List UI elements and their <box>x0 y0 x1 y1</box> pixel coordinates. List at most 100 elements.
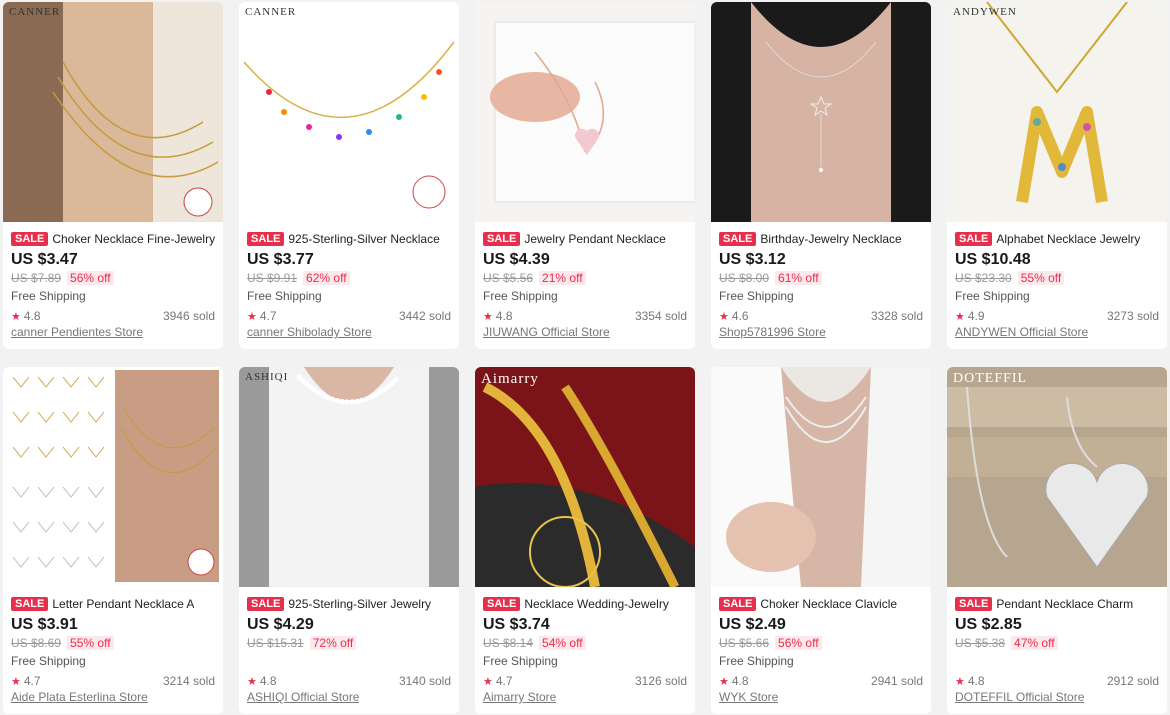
product-title[interactable]: Choker Necklace Clavicle <box>760 597 897 611</box>
product-card[interactable]: SALE Choker Necklace Clavicle US $2.49 US… <box>711 367 931 714</box>
product-card[interactable]: SALE Letter Pendant Necklace A US $3.91 U… <box>3 367 223 714</box>
discount-label: 55% off <box>1017 271 1065 285</box>
sale-badge: SALE <box>719 597 757 611</box>
rating: ★ 4.8 <box>11 309 41 323</box>
rating: ★ 4.8 <box>483 309 513 323</box>
original-price: US $8.69 <box>11 636 62 650</box>
sold-count: 2941 sold <box>870 674 923 688</box>
star-icon: ★ <box>955 676 965 688</box>
sale-badge: SALE <box>955 597 993 611</box>
product-price: US $3.91 <box>11 616 78 633</box>
star-icon: ★ <box>247 311 257 323</box>
product-title[interactable]: 925-Sterling-Silver Jewelry <box>288 597 431 611</box>
product-card[interactable]: DOTEFFIL SALE Pendant Necklace Charm US $… <box>947 367 1167 714</box>
product-price: US $10.48 <box>955 251 1031 268</box>
shipping-label: Free Shipping <box>247 289 322 303</box>
shipping-label: Free Shipping <box>483 289 558 303</box>
product-price: US $4.29 <box>247 616 314 633</box>
store-link[interactable]: Aide Plata Esterlina Store <box>11 690 148 704</box>
product-title[interactable]: Birthday-Jewelry Necklace <box>760 232 901 246</box>
store-link[interactable]: Shop5781996 Store <box>719 325 826 339</box>
star-icon: ★ <box>955 311 965 323</box>
shipping-label: Free Shipping <box>483 654 558 668</box>
product-title[interactable]: Choker Necklace Fine-Jewelry <box>52 232 215 246</box>
discount-label: 55% off <box>67 636 114 650</box>
shipping-label: Free Shipping <box>719 289 794 303</box>
product-price: US $3.12 <box>719 251 786 268</box>
original-price: US $15.31 <box>247 636 304 650</box>
product-price: US $3.74 <box>483 616 550 633</box>
product-title[interactable]: 925-Sterling-Silver Necklace <box>288 232 439 246</box>
shipping-label: Free Shipping <box>11 654 86 668</box>
sold-count: 3354 sold <box>634 309 687 323</box>
product-title[interactable]: Pendant Necklace Charm <box>996 597 1133 611</box>
star-icon: ★ <box>719 676 729 688</box>
rating-value: 4.9 <box>967 309 985 323</box>
product-image[interactable]: CANNER <box>3 2 223 222</box>
sold-count: 3140 sold <box>398 674 451 688</box>
store-link[interactable]: canner Shibolady Store <box>247 325 372 339</box>
brand-logo: Aimarry <box>481 371 539 387</box>
product-image[interactable] <box>711 2 931 222</box>
product-price: US $2.49 <box>719 616 786 633</box>
product-card[interactable]: SALE Jewelry Pendant Necklace US $4.39 US… <box>475 2 695 349</box>
product-price: US $3.47 <box>11 251 78 268</box>
store-link[interactable]: ANDYWEN Official Store <box>955 325 1088 339</box>
product-image[interactable] <box>3 367 223 587</box>
product-image[interactable]: ASHIQI <box>239 367 459 587</box>
rating-value: 4.6 <box>731 309 749 323</box>
discount-label: 62% off <box>303 271 350 285</box>
product-title[interactable]: Jewelry Pendant Necklace <box>524 232 665 246</box>
brand-logo: ASHIQI <box>245 371 289 383</box>
product-title[interactable]: Necklace Wedding-Jewelry <box>524 597 669 611</box>
brand-logo: CANNER <box>9 6 61 18</box>
rating-value: 4.8 <box>495 309 513 323</box>
product-image[interactable]: Aimarry <box>475 367 695 587</box>
product-price: US $3.77 <box>247 251 314 268</box>
original-price: US $5.56 <box>483 271 534 285</box>
product-title[interactable]: Alphabet Necklace Jewelry <box>996 232 1140 246</box>
shipping-label: Free Shipping <box>719 654 794 668</box>
rating-value: 4.8 <box>731 674 749 688</box>
brand-logo: DOTEFFIL <box>953 371 1028 386</box>
original-price: US $5.66 <box>719 636 770 650</box>
rating-value: 4.8 <box>967 674 985 688</box>
product-card[interactable]: CANNER SALE 925-Sterling-Silver Necklace … <box>239 2 459 349</box>
store-link[interactable]: Aimarry Store <box>483 690 556 704</box>
store-link[interactable]: DOTEFFIL Official Store <box>955 690 1084 704</box>
store-link[interactable]: canner Pendientes Store <box>11 325 143 339</box>
original-price: US $8.00 <box>719 271 770 285</box>
store-link[interactable]: ASHIQI Official Store <box>247 690 359 704</box>
product-image[interactable] <box>711 367 931 587</box>
product-card[interactable]: Aimarry SALE Necklace Wedding-Jewelry US … <box>475 367 695 714</box>
product-grid: CANNER SALE Choker Necklace Fine-Jewelry … <box>0 0 1170 715</box>
star-icon: ★ <box>247 676 257 688</box>
product-card[interactable]: ASHIQI SALE 925-Sterling-Silver Jewelry U… <box>239 367 459 714</box>
star-icon: ★ <box>11 311 21 323</box>
shipping-label: Free Shipping <box>955 289 1030 303</box>
brand-logo: ANDYWEN <box>953 6 1017 18</box>
product-title[interactable]: Letter Pendant Necklace A <box>52 597 194 611</box>
sold-count: 3328 sold <box>870 309 923 323</box>
sale-badge: SALE <box>719 232 757 246</box>
original-price: US $7.89 <box>11 271 62 285</box>
product-image[interactable] <box>475 2 695 222</box>
discount-label: 61% off <box>775 271 822 285</box>
rating-value: 4.7 <box>259 309 277 323</box>
rating: ★ 4.7 <box>483 674 513 688</box>
sale-badge: SALE <box>11 597 49 611</box>
discount-label: 47% off <box>1011 636 1058 650</box>
store-link[interactable]: WYK Store <box>719 690 778 704</box>
brand-logo: CANNER <box>245 6 297 18</box>
product-image[interactable]: ANDYWEN <box>947 2 1167 222</box>
discount-label: 54% off <box>539 636 586 650</box>
product-card[interactable]: SALE Birthday-Jewelry Necklace US $3.12 U… <box>711 2 931 349</box>
product-image[interactable]: CANNER <box>239 2 459 222</box>
store-link[interactable]: JIUWANG Official Store <box>483 325 610 339</box>
product-card[interactable]: CANNER SALE Choker Necklace Fine-Jewelry … <box>3 2 223 349</box>
star-icon: ★ <box>483 676 493 688</box>
product-image[interactable]: DOTEFFIL <box>947 367 1167 587</box>
product-card[interactable]: ANDYWEN SALE Alphabet Necklace Jewelry US… <box>947 2 1167 349</box>
rating: ★ 4.6 <box>719 309 749 323</box>
discount-label: 56% off <box>67 271 114 285</box>
